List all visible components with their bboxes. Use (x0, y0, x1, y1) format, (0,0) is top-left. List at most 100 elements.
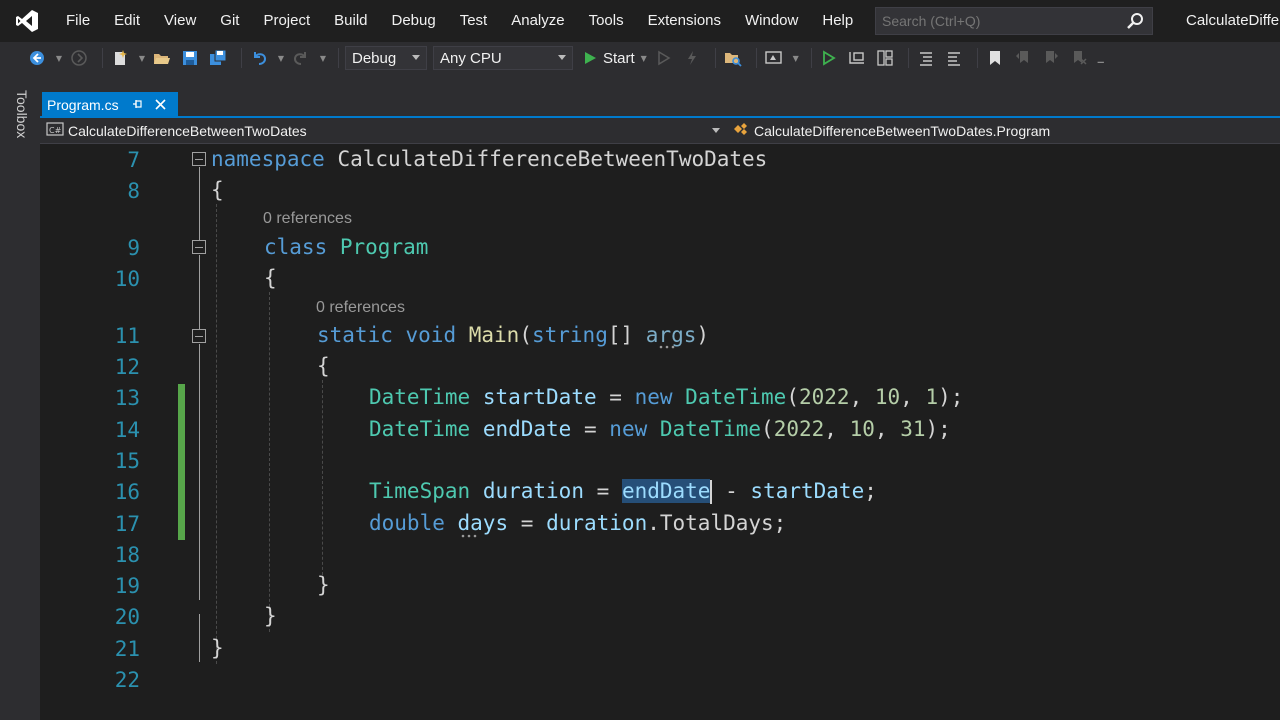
number-literal: 2022 (773, 417, 825, 441)
operator: = (583, 417, 597, 441)
line-number: 22 (114, 668, 140, 692)
line-number: 7 (127, 148, 140, 172)
code-line-13: DateTime startDate = new DateTime(2022, … (369, 382, 963, 412)
operator: - (725, 479, 738, 503)
clear-bookmarks-icon[interactable] (1068, 47, 1090, 69)
collapse-namespace-icon[interactable] (192, 152, 206, 166)
dot: . (647, 511, 660, 535)
variable-duration: duration (482, 479, 584, 503)
type-datetime: DateTime (369, 385, 471, 409)
keyword-namespace: namespace (211, 147, 325, 171)
project-dropdown[interactable]: C# CalculateDifferenceBetweenTwoDates (46, 118, 726, 144)
undo-icon[interactable] (248, 47, 270, 69)
collapse-class-icon[interactable] (192, 240, 206, 254)
comment-lines-icon[interactable] (915, 47, 937, 69)
toolbox-tab[interactable]: Toolbox (14, 90, 30, 138)
solution-configuration-dropdown[interactable]: Debug (345, 46, 427, 70)
paren: ( (761, 417, 774, 441)
selected-enddate[interactable]: endDate (621, 479, 711, 503)
menu-test[interactable]: Test (448, 0, 500, 42)
class-view-icon[interactable] (874, 47, 896, 69)
operator: = (609, 385, 622, 409)
search-box[interactable] (875, 7, 1153, 35)
bookmark-icon[interactable] (984, 47, 1006, 69)
step-into-icon[interactable] (846, 47, 868, 69)
uncomment-lines-icon[interactable] (943, 47, 965, 69)
menu-git[interactable]: Git (208, 0, 251, 42)
save-all-icon[interactable] (207, 47, 229, 69)
hot-reload-icon[interactable] (681, 47, 703, 69)
class-name-token: Program (339, 235, 429, 259)
redo-dropdown-icon[interactable]: ▼ (318, 47, 328, 69)
document-tab-strip: Program.cs (40, 74, 1280, 118)
navigate-back-icon[interactable] (26, 47, 48, 69)
code-line-12: { (317, 351, 330, 381)
back-dropdown-icon[interactable]: ▼ (54, 47, 64, 69)
line-number: 8 (127, 179, 140, 203)
toolbar-separator (102, 48, 103, 68)
type-dropdown[interactable]: CalculateDifferenceBetweenTwoDates.Progr… (732, 118, 1050, 144)
start-dropdown-icon[interactable]: ▼ (639, 47, 649, 69)
text-caret (710, 480, 713, 504)
line-number: 11 (114, 324, 140, 348)
toolbar-overflow-icon[interactable]: ▁ (1096, 47, 1106, 69)
visual-studio-logo-icon[interactable] (0, 0, 54, 42)
code-editor[interactable]: 7 8 9 10 11 12 13 14 15 16 17 18 19 20 2… (40, 144, 1280, 720)
run-tests-icon[interactable] (818, 47, 840, 69)
pin-icon[interactable] (132, 98, 143, 112)
navigate-forward-icon[interactable] (68, 47, 90, 69)
menu-file[interactable]: File (54, 0, 102, 42)
toolbar-separator (976, 48, 978, 68)
tab-program-cs[interactable]: Program.cs (42, 92, 178, 118)
undo-dropdown-icon[interactable]: ▼ (276, 47, 286, 69)
previous-bookmark-icon[interactable] (1012, 47, 1034, 69)
menu-project[interactable]: Project (251, 0, 322, 42)
standard-toolbar: ▼ ▼ ▼ ▼ Debug Any CPU Start ▼ ▼ ▁ (0, 42, 1280, 74)
indent-guide (216, 204, 217, 664)
codelens-references[interactable]: 0 references (316, 299, 405, 317)
menu-extensions[interactable]: Extensions (636, 0, 733, 42)
next-bookmark-icon[interactable] (1040, 47, 1062, 69)
variable-startdate: startDate (482, 385, 597, 409)
solution-platform-dropdown[interactable]: Any CPU (433, 46, 573, 70)
menu-edit[interactable]: Edit (102, 0, 152, 42)
line-number: 21 (114, 637, 140, 661)
find-in-files-icon[interactable] (722, 47, 744, 69)
variable-startdate: startDate (750, 479, 865, 503)
browser-link-dropdown-icon[interactable]: ▼ (791, 47, 801, 69)
outline-line (199, 614, 200, 662)
codelens-references[interactable]: 0 references (263, 210, 352, 228)
code-line-7: namespace CalculateDifferenceBetweenTwoD… (211, 144, 767, 174)
new-item-dropdown-icon[interactable]: ▼ (137, 47, 147, 69)
menu-view[interactable]: View (152, 0, 208, 42)
close-icon[interactable] (155, 96, 166, 114)
type-datetime: DateTime (685, 385, 787, 409)
menu-build[interactable]: Build (322, 0, 379, 42)
search-icon[interactable] (1126, 12, 1144, 34)
start-button[interactable]: Start (603, 50, 635, 67)
comma: , (849, 385, 863, 409)
save-icon[interactable] (179, 47, 201, 69)
start-play-icon[interactable] (579, 47, 601, 69)
menu-debug[interactable]: Debug (380, 0, 448, 42)
semicolon: ; (773, 511, 787, 535)
menu-window[interactable]: Window (733, 0, 810, 42)
browser-link-icon[interactable] (763, 47, 785, 69)
brace: { (317, 354, 330, 378)
code-line-8: { (211, 175, 224, 205)
open-folder-icon[interactable] (151, 47, 173, 69)
menu-analyze[interactable]: Analyze (499, 0, 576, 42)
new-item-icon[interactable] (109, 47, 131, 69)
start-without-debugging-icon[interactable] (653, 47, 675, 69)
chevron-down-icon[interactable] (712, 128, 720, 133)
comma: , (874, 417, 888, 441)
variable-days: days (457, 511, 509, 535)
redo-icon[interactable] (290, 47, 312, 69)
menu-help[interactable]: Help (810, 0, 865, 42)
brace: } (211, 636, 224, 660)
line-number: 15 (114, 449, 140, 473)
search-input[interactable] (882, 13, 1112, 29)
operator: = (520, 511, 534, 535)
collapse-method-icon[interactable] (192, 329, 206, 343)
menu-tools[interactable]: Tools (577, 0, 636, 42)
